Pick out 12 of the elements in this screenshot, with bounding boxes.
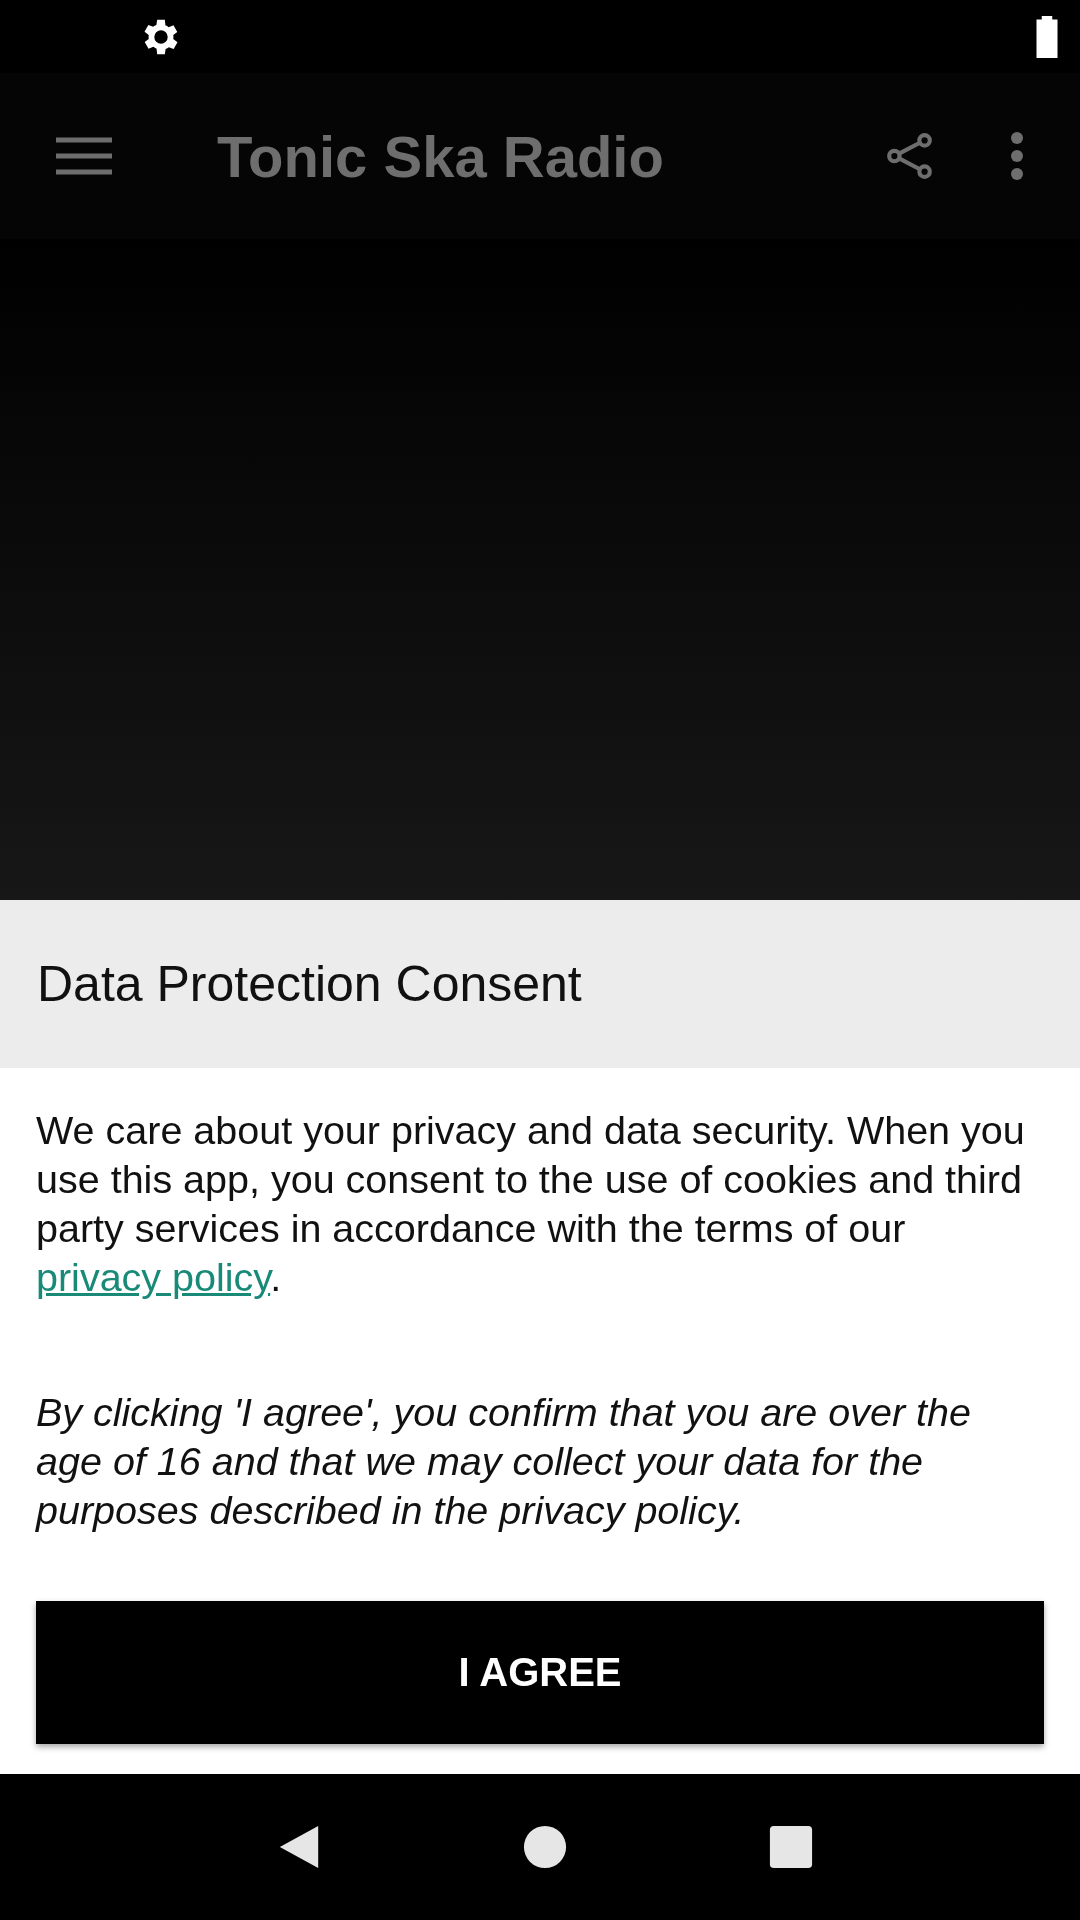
age-confirmation-text: By clicking 'I agree', you confirm that you are over the age of 16 and that we may collect your data for the purposes described in the privacy policy. <box>36 1389 972 1534</box>
dialog-title: Data Protection Consent <box>37 955 582 1013</box>
agree-button[interactable]: I AGREE <box>36 1601 1044 1744</box>
home-icon[interactable] <box>522 1824 568 1870</box>
recents-icon[interactable] <box>768 1824 814 1870</box>
menu-icon[interactable] <box>56 136 112 176</box>
consent-text: We care about your privacy and data security. When you use this app, you consent to the use of cookies and third party services in accordance with the terms of our privacy policy. <box>36 1107 1026 1301</box>
privacy-policy-link[interactable]: privacy policy <box>36 1255 271 1299</box>
share-icon[interactable] <box>885 133 935 179</box>
battery-icon <box>1034 15 1060 58</box>
more-options-icon[interactable] <box>1010 132 1024 180</box>
app-title: Tonic Ska Radio <box>217 122 665 190</box>
